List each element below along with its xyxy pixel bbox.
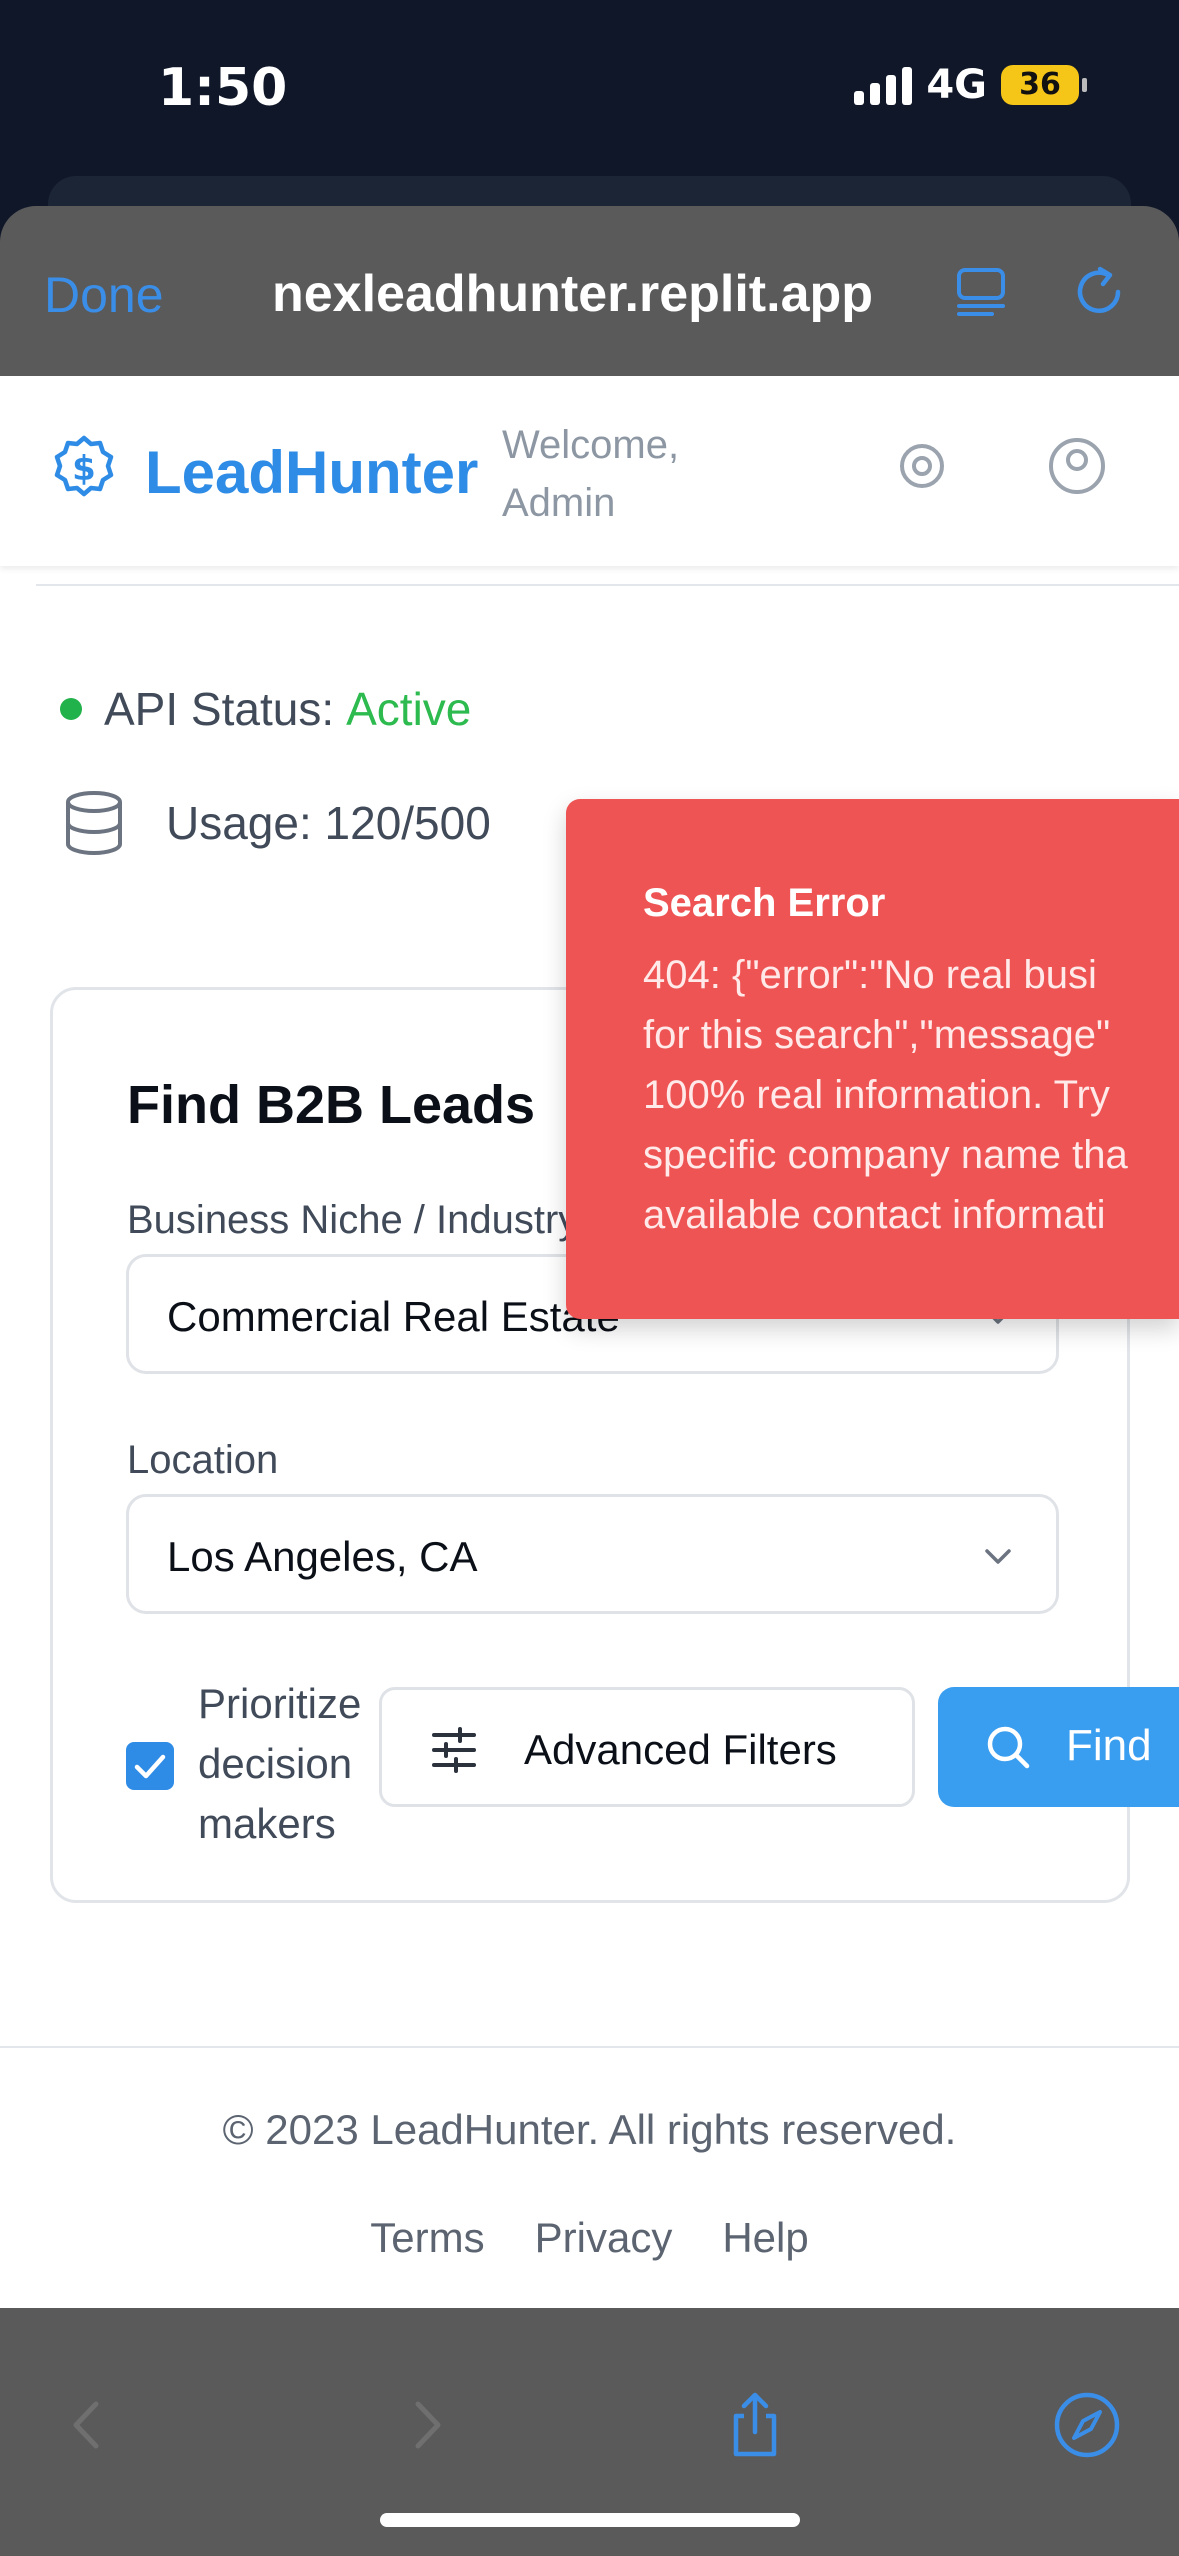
footer-divider [0, 2046, 1179, 2048]
prioritize-checkbox[interactable] [126, 1742, 174, 1790]
app-logo-text[interactable]: LeadHunter [145, 438, 478, 507]
niche-value: Commercial Real Estate [167, 1293, 620, 1340]
svg-text:$: $ [72, 449, 96, 489]
status-indicators: 4G 36 [854, 62, 1087, 108]
toast-message-line: 404: {"error":"No real busi [643, 953, 1097, 997]
api-status: API Status: Active [60, 682, 471, 736]
location-label: Location [127, 1438, 279, 1482]
cellular-signal-icon [854, 65, 913, 105]
battery-icon: 36 [1001, 65, 1087, 105]
error-toast[interactable]: Search Error 404: {"error":"No real busi… [566, 799, 1179, 1319]
search-icon [987, 1726, 1030, 1769]
toast-message-line: available contact informati [643, 1193, 1106, 1237]
location-select[interactable]: Los Angeles, CA [126, 1494, 1059, 1614]
done-button[interactable]: Done [44, 266, 164, 324]
toast-message-line: for this search","message" [643, 1013, 1111, 1057]
sliders-icon [432, 1727, 476, 1773]
welcome-text: Welcome, Admin [502, 423, 680, 525]
niche-label: Business Niche / Industry [127, 1198, 579, 1242]
chevron-down-icon [985, 1549, 1011, 1564]
toast-title: Search Error [643, 881, 886, 925]
network-type: 4G [926, 62, 987, 108]
web-page: $ LeadHunter Welcome, Admin API Status: … [0, 376, 1179, 2308]
api-status-label: API Status: [104, 683, 335, 735]
toast-message-line: 100% real information. Try [643, 1073, 1110, 1117]
prioritize-label[interactable]: Prioritize decision makers [198, 1674, 398, 1854]
reload-icon[interactable] [1070, 262, 1128, 320]
toast-message: 404: {"error":"No real busi for this sea… [643, 945, 1179, 1245]
status-dot-icon [60, 698, 82, 720]
status-time: 1:50 [158, 58, 288, 118]
usage-text: Usage: 120/500 [166, 797, 491, 849]
user-circle-icon[interactable] [1045, 434, 1109, 498]
share-icon[interactable] [720, 2390, 790, 2460]
api-status-value: Active [346, 683, 472, 735]
browser-header: Done nexleadhunter.replit.app [0, 206, 1179, 376]
app-header: $ LeadHunter Welcome, Admin [0, 376, 1179, 566]
home-indicator [380, 2513, 800, 2527]
location-value: Los Angeles, CA [167, 1533, 478, 1580]
header-divider [36, 584, 1179, 586]
footer-link-terms[interactable]: Terms [370, 2214, 484, 2262]
footer-link-help[interactable]: Help [722, 2214, 808, 2262]
url-display[interactable]: nexleadhunter.replit.app [272, 264, 873, 324]
copyright-text: © 2023 LeadHunter. All rights reserved. [222, 2106, 957, 2153]
status-bar: 1:50 4G 36 [0, 0, 1179, 180]
footer-link-privacy[interactable]: Privacy [535, 2214, 673, 2262]
usage-indicator: Usage: 120/500 [62, 788, 491, 858]
find-button[interactable]: Find [938, 1687, 1179, 1807]
dollar-badge-icon: $ [54, 435, 114, 497]
compass-icon[interactable] [1052, 2390, 1122, 2460]
database-icon [66, 791, 122, 856]
gear-icon[interactable] [890, 434, 954, 498]
footer-links: Terms Privacy Help [0, 2214, 1179, 2262]
forward-arrow-icon[interactable] [392, 2390, 462, 2460]
card-title: Find B2B Leads [127, 1075, 536, 1135]
reader-view-icon[interactable] [952, 262, 1010, 320]
back-arrow-icon[interactable] [52, 2390, 122, 2460]
checkmark-icon [134, 1754, 166, 1779]
toast-message-line: specific company name tha [643, 1133, 1128, 1177]
find-label: Find [1066, 1721, 1152, 1770]
advanced-filters-button[interactable]: Advanced Filters [379, 1687, 915, 1807]
advanced-filters-label: Advanced Filters [524, 1726, 837, 1773]
